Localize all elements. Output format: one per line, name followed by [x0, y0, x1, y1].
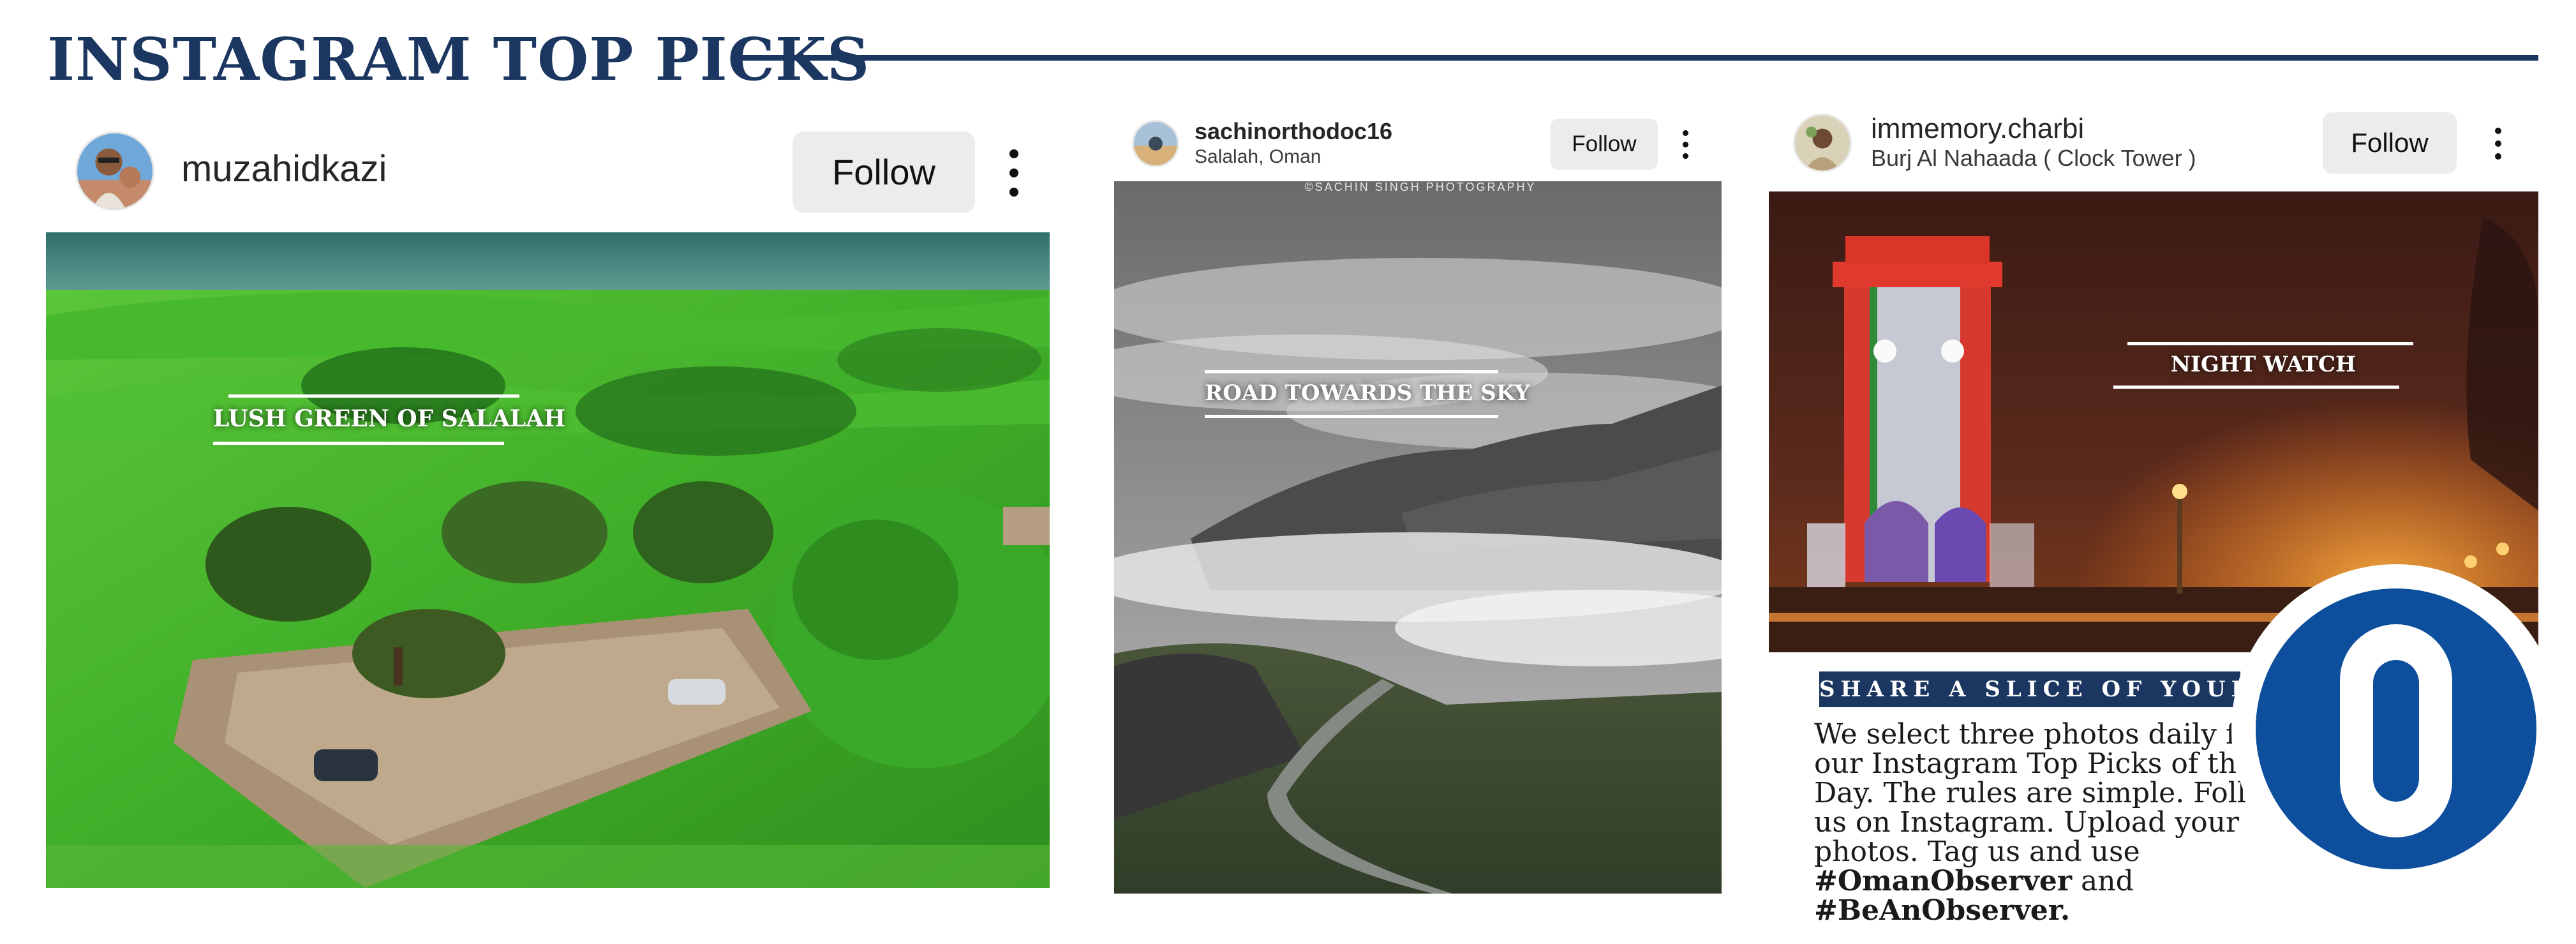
username[interactable]: sachinorthodoc16: [1195, 117, 1392, 146]
more-vertical-icon[interactable]: [1006, 148, 1022, 198]
post-card-2: sachinorthodoc16 Salalah, Oman Follow ©S…: [1114, 109, 1722, 894]
post-header: sachinorthodoc16 Salalah, Oman Follow: [1114, 109, 1722, 181]
hashtag-oman-observer[interactable]: #OmanObserver: [1814, 865, 2072, 897]
follow-button[interactable]: Follow: [1551, 119, 1658, 170]
post-caption: NIGHT WATCH: [2113, 342, 2413, 406]
post-header: muzahidkazi Follow: [46, 114, 1050, 230]
hashtag-be-an-observer[interactable]: #BeAnObserver.: [1814, 894, 2070, 927]
post-photo-road: [1114, 181, 1722, 894]
avatar[interactable]: [1793, 114, 1852, 172]
post-photo-salalah: [46, 232, 1050, 888]
post-caption: ROAD TOWARDS THE SKY: [1205, 366, 1530, 430]
promo-connector: and: [2081, 865, 2134, 897]
share-banner: SHARE A SLICE OF YOUR LIFE: [1819, 671, 2343, 707]
follow-button[interactable]: Follow: [2323, 112, 2457, 174]
promo-body-text: We select three photos daily for our Ins…: [1814, 718, 2288, 868]
oman-observer-logo: O: [2230, 563, 2562, 895]
follow-button[interactable]: Follow: [793, 131, 975, 213]
location[interactable]: Salalah, Oman: [1195, 146, 1321, 169]
avatar[interactable]: [75, 131, 154, 211]
location[interactable]: Burj Al Nahaada ( Clock Tower ): [1871, 144, 2196, 172]
more-vertical-icon[interactable]: [1681, 130, 1691, 160]
username[interactable]: immemory.charbi: [1871, 112, 2084, 146]
caption-text: NIGHT WATCH: [2170, 352, 2356, 377]
username[interactable]: muzahidkazi: [181, 147, 387, 191]
title-rule: [734, 55, 2538, 61]
post-card-1: muzahidkazi Follow LUSH GREEN OF SALALAH: [46, 114, 1050, 888]
more-vertical-icon[interactable]: [2492, 128, 2504, 161]
photo-watermark: ©SACHIN SINGH PHOTOGRAPHY: [1304, 181, 1537, 193]
post-caption: LUSH GREEN OF SALALAH: [213, 388, 566, 458]
caption-text: LUSH GREEN OF SALALAH: [213, 405, 566, 432]
caption-text: ROAD TOWARDS THE SKY: [1205, 380, 1530, 406]
avatar[interactable]: [1132, 120, 1179, 167]
post-header: immemory.charbi Burj Al Nahaada ( Clock …: [1769, 102, 2538, 191]
